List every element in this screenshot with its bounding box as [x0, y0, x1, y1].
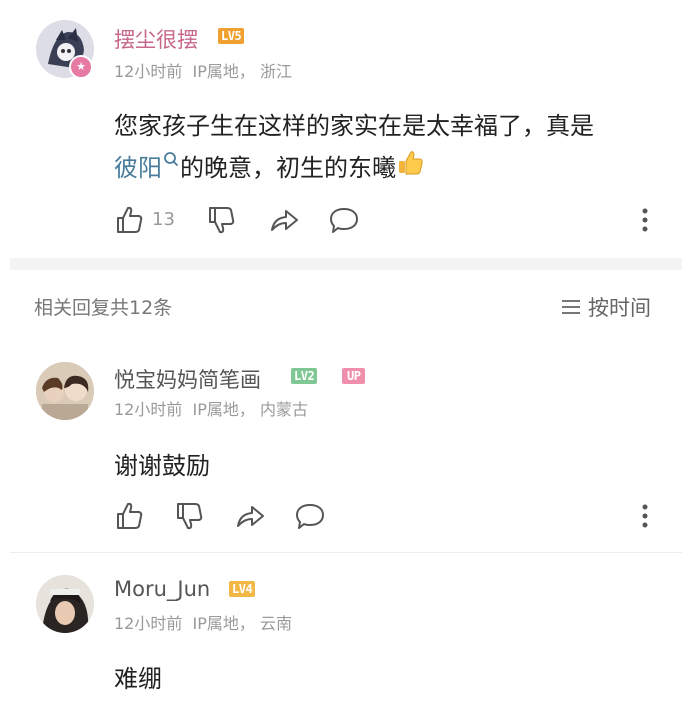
sort-label: 按时间	[588, 296, 651, 320]
ip-label: IP属地	[192, 400, 239, 419]
comment-icon	[330, 208, 358, 233]
thumbs-up-icon	[117, 502, 143, 529]
reply-divider	[10, 552, 682, 553]
timestamp: 12小时前	[114, 400, 183, 419]
thumbs-up-icon	[117, 206, 143, 233]
avatar-badge: ★	[69, 55, 93, 79]
comment-text-rest: 的晚意，初生的东曦	[180, 154, 396, 182]
sort-lines-icon	[562, 300, 580, 314]
like-button[interactable]	[114, 500, 146, 532]
ip-separator: ，	[238, 400, 255, 419]
share-icon	[271, 210, 298, 231]
up-badge: UP	[342, 368, 366, 384]
ip-region: 云南	[259, 614, 292, 633]
ip-label: IP属地	[192, 614, 239, 633]
more-vertical-icon	[642, 208, 648, 232]
timestamp: 12小时前	[114, 614, 183, 633]
avatar[interactable]	[36, 362, 94, 420]
more-options-button[interactable]	[641, 503, 649, 529]
share-icon	[237, 506, 264, 527]
share-button[interactable]	[234, 500, 266, 532]
sort-button[interactable]: 按时间	[560, 292, 670, 320]
comment-text-line1: 您家孩子生在这样的家实在是太幸福了，真是	[114, 112, 594, 140]
search-icon[interactable]	[162, 148, 180, 172]
ip-label: IP属地	[192, 62, 239, 81]
dislike-button[interactable]	[206, 204, 238, 236]
thumbs-down-icon	[209, 207, 235, 234]
comment-meta: 12小时前 IP属地， 浙江	[114, 58, 292, 82]
username[interactable]: 摆尘很摆	[114, 24, 198, 54]
dislike-button[interactable]	[174, 500, 206, 532]
username[interactable]: Moru_Jun	[114, 577, 210, 601]
timestamp: 12小时前	[114, 62, 183, 81]
like-count: 13	[152, 209, 175, 230]
ip-region: 内蒙古	[259, 400, 308, 419]
level-badge: LV2	[291, 368, 318, 384]
level-badge: LV4	[229, 581, 256, 597]
comment-meta: 12小时前 IP属地， 内蒙古	[114, 396, 308, 420]
reply-comment: Moru_Jun LV4 12小时前 IP属地， 云南 难绷	[0, 555, 690, 709]
comment-meta: 12小时前 IP属地， 云南	[114, 610, 292, 634]
ip-region: 浙江	[259, 62, 292, 81]
comment-text: 难绷	[114, 665, 162, 693]
reply-button[interactable]	[328, 204, 360, 236]
main-comment: ★ 摆尘很摆 LV5 12小时前 IP属地， 浙江 您家孩子生在这样的家实在是太…	[0, 0, 690, 250]
reply-button[interactable]	[294, 500, 326, 532]
ip-separator: ，	[238, 614, 255, 633]
replies-count: 相关回复共12条	[34, 297, 173, 319]
reply-comment: 悦宝妈妈简笔画 LV2 UP 12小时前 IP属地， 内蒙古 谢谢鼓励	[0, 340, 690, 550]
avatar[interactable]	[36, 575, 94, 633]
more-vertical-icon	[642, 504, 648, 528]
level-badge: LV5	[218, 28, 245, 44]
search-link[interactable]: 彼阳	[114, 154, 162, 182]
comment-icon	[296, 504, 324, 529]
thumbs-up-emoji	[396, 148, 424, 176]
thumbs-down-icon	[177, 503, 203, 530]
comment-text: 谢谢鼓励	[114, 452, 210, 480]
replies-header: 相关回复共12条 按时间	[0, 280, 690, 330]
like-button[interactable]	[114, 204, 146, 236]
section-divider	[10, 258, 682, 270]
share-button[interactable]	[268, 204, 300, 236]
more-options-button[interactable]	[641, 207, 649, 233]
username[interactable]: 悦宝妈妈简笔画	[114, 364, 261, 394]
comment-text-line2: 彼阳 的晚意，初生的东曦	[114, 148, 424, 183]
ip-separator: ，	[238, 62, 255, 81]
